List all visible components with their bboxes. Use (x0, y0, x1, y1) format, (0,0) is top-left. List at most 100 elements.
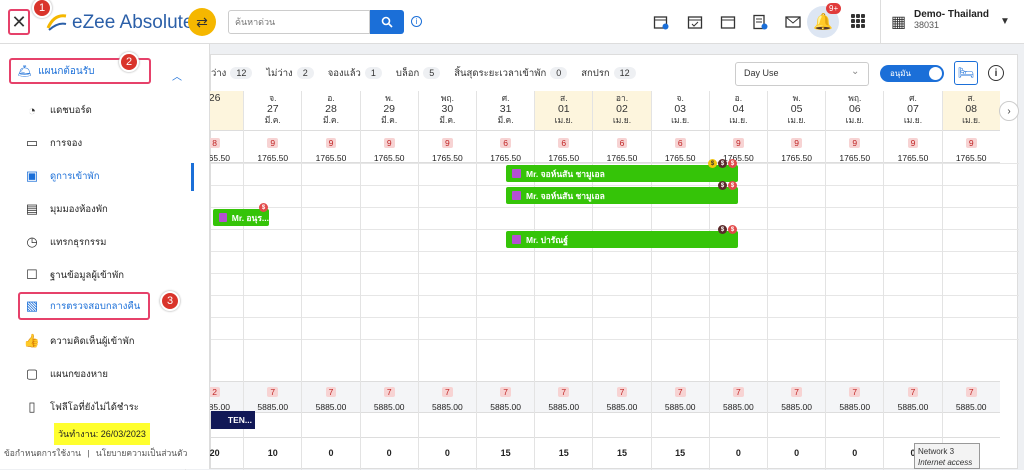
date-header[interactable]: อ. 04 เม.ย. (709, 91, 767, 131)
summary-rate: 5885.00 (315, 402, 347, 412)
apps-grid-icon[interactable] (851, 14, 865, 28)
status-tag-icon: $ (259, 203, 268, 212)
summary-cell: 7 5885.00 (360, 381, 418, 413)
date-header[interactable]: จ. 03 เม.ย. (651, 91, 709, 131)
booking-tags: $ $ $ (708, 159, 737, 168)
stat-due-out[interactable]: สิ้นสุดระยะเวลาเข้าพัก 0 (454, 66, 568, 81)
summary-rate: 5885.00 (490, 402, 521, 412)
booking-bar[interactable]: Mr. ปารัณฐ์ $ $ (506, 225, 738, 248)
info-icon[interactable]: i (988, 65, 1004, 81)
sidebar-item-reservations[interactable]: ▭ การจอง (24, 133, 82, 153)
bed-view-button[interactable]: 🛏 (954, 61, 978, 85)
divider (880, 0, 881, 44)
search-input[interactable] (228, 10, 370, 34)
summary-count: 7 (616, 387, 628, 397)
mail-icon[interactable] (784, 13, 802, 31)
sidebar-item-guest-feedback[interactable]: 👍 ความคิดเห็นผู้เข้าพัก (24, 331, 135, 351)
date-header[interactable]: ส. 08 เม.ย. (942, 91, 1000, 131)
summary-rate: 5885.00 (897, 402, 929, 412)
rate-value: 1765.50 (548, 153, 580, 163)
sidebar-item-insert-transaction[interactable]: ◷ แทรกธุรกรรม (24, 232, 106, 252)
date-header[interactable]: ศ. 07 เม.ย. (884, 91, 942, 131)
room-type-icon (512, 235, 521, 244)
available-count: 9 (325, 138, 337, 148)
date-header[interactable]: ศ. 31 มี.ค. (477, 91, 535, 131)
date-header[interactable]: ส. 01 เม.ย. (535, 91, 593, 131)
summary-count: 7 (907, 387, 919, 397)
day-number: 08 (965, 103, 978, 115)
search-info-icon[interactable]: i (411, 16, 422, 27)
booking-bar[interactable]: Mr. จอห์นสัน ชามูเอล $ $ $ (506, 159, 738, 182)
stat-blocked[interactable]: บล็อก 5 (396, 66, 441, 81)
summary-count: 7 (733, 387, 744, 397)
sidebar-item-unsettled-folios[interactable]: ▯ โฟลีโอที่ยังไม่ได้ชำระ (24, 397, 138, 417)
notification-count-badge: 9+ (826, 3, 842, 14)
app-logo[interactable]: eZee Absolute (44, 10, 193, 36)
tooltip-line-2: Internet access (918, 458, 973, 467)
date-header[interactable]: พ. 05 เม.ย. (768, 91, 826, 131)
hotel-dropdown-icon[interactable]: ▼ (1000, 16, 1010, 27)
summary-rate: 5885.00 (606, 402, 638, 412)
sidebar-item-label: ดูการเข้าพัก (50, 170, 100, 182)
day-use-select[interactable]: Day Use (735, 62, 869, 86)
blocked-booking-bar[interactable]: TEN... (211, 411, 255, 429)
day-number: 30 (441, 103, 454, 115)
sidebar-section-label: แผนกต้อนรับ (38, 65, 95, 77)
hotel-selector[interactable]: Demo- Thailand 38031 (914, 9, 989, 30)
booking-bar[interactable]: Mr. จอห์นสัน ชามูเอล $ $ (506, 181, 738, 204)
chevron-up-icon[interactable]: ︿ (172, 68, 182, 83)
reports-icon[interactable] (751, 13, 769, 31)
rate-value: 1765.50 (257, 153, 289, 163)
sidebar-item-label: การตรวจสอบกลางคืน (50, 300, 141, 312)
calendar-icon-top[interactable] (719, 13, 737, 31)
terms-link[interactable]: ข้อกำหนดการใช้งาน (4, 448, 81, 458)
sidebar-item-lost-found[interactable]: ▢ แผนกของหาย (24, 364, 108, 384)
guest-name: Mr. จอห์นสัน ชามูเอล (526, 190, 605, 201)
next-dates-button[interactable]: › (999, 101, 1019, 121)
date-header[interactable]: อา. 02 เม.ย. (593, 91, 651, 131)
stay-view-panel: ว่าง 12 ไม่ว่าง 2 จองแล้ว 1 บล็อก 5 สิ้นสุดร… (185, 54, 1019, 470)
sidebar-item-dashboard[interactable]: ◔ แดชบอร์ด (24, 100, 92, 120)
date-header[interactable]: พฤ. 30 มี.ค. (418, 91, 476, 131)
rate-value: 1765.50 (606, 153, 638, 163)
approve-toggle[interactable]: อนุมัน (880, 65, 944, 82)
date-header[interactable]: อ. 28 มี.ค. (302, 91, 360, 131)
day-number: 04 (732, 103, 745, 115)
calendar-check-top-icon[interactable] (686, 13, 704, 31)
privacy-link[interactable]: นโยบายความเป็นส่วนตัว (96, 448, 188, 458)
stat-dirty[interactable]: สกปรก 12 (581, 66, 636, 81)
sidebar-item-room-view[interactable]: ▤ มุมมองห้องพัก (24, 199, 108, 219)
booking-bar[interactable]: Mr. อนุร... $ (213, 203, 269, 226)
day-number: 29 (383, 103, 396, 115)
date-header[interactable]: จ. 27 มี.ค. (244, 91, 302, 131)
summary-rate: 5885.00 (373, 402, 405, 412)
daily-total: 0 (360, 437, 418, 467)
working-date: วันทำงาน: 26/03/2023 (54, 423, 150, 445)
summary-cell: 7 5885.00 (651, 381, 709, 413)
booking-tags: $ $ (718, 181, 737, 190)
daily-total: 0 (302, 437, 360, 467)
sidebar-item-guest-database[interactable]: ☐ ฐานข้อมูลผู้เข้าพัก (24, 265, 124, 285)
sidebar-footer: ข้อกำหนดการใช้งาน | นโยบายความเป็นส่วนตั… (4, 446, 187, 460)
daily-total: 0 (418, 437, 476, 467)
date-header[interactable]: พ. 29 มี.ค. (360, 91, 418, 131)
sidebar-item-night-audit[interactable]: ▧ การตรวจสอบกลางคืน (18, 292, 150, 320)
month-label: เม.ย. (612, 115, 632, 125)
stat-reserved[interactable]: จองแล้ว 1 (328, 66, 382, 81)
stat-vacant[interactable]: ว่าง 12 (211, 66, 253, 81)
shuffle-button[interactable]: ⇄ (188, 8, 216, 36)
sidebar-item-stay-view[interactable]: ▣ ดูการเข้าพัก (24, 166, 100, 186)
day-number: 27 (266, 103, 279, 115)
stat-value: 1 (364, 67, 382, 79)
stat-value: 5 (423, 67, 441, 79)
date-header[interactable]: พฤ. 06 เม.ย. (826, 91, 884, 131)
month-label: เม.ย. (729, 115, 748, 125)
search-button[interactable] (370, 10, 404, 34)
date-column: จ. 03 เม.ย. 6 1765.50 7 5885.00 15 (650, 91, 709, 470)
close-menu-button[interactable]: ✕ (8, 9, 30, 35)
month-label: มี.ค. (322, 115, 339, 125)
bell-icon: 🔔 (813, 14, 833, 31)
stat-occupied[interactable]: ไม่ว่าง 2 (266, 66, 314, 81)
footer-separator: | (87, 448, 90, 458)
new-reservation-icon[interactable] (652, 13, 670, 31)
